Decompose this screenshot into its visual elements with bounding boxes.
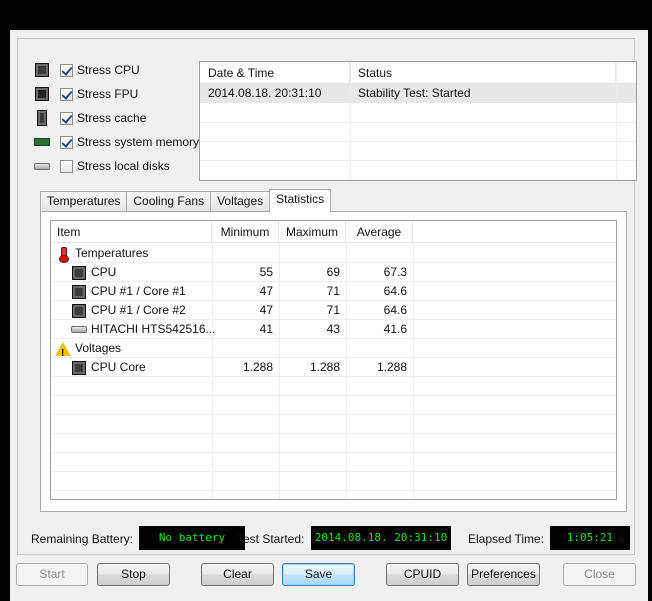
clear-button[interactable]: Clear	[201, 563, 274, 586]
log-header: Date & Time Status	[200, 62, 636, 84]
column-average[interactable]: Average	[346, 221, 413, 243]
stop-button[interactable]: Stop	[97, 563, 170, 586]
hard-disk-icon	[34, 158, 50, 174]
table-row-group-voltages[interactable]: ! Voltages	[51, 339, 616, 359]
cpu-chip-icon	[71, 284, 87, 300]
table-row[interactable]: CPU 55 69 67.3	[51, 263, 616, 282]
row-minimum: 1.288	[242, 360, 273, 374]
stress-memory-option[interactable]: Stress system memory	[34, 132, 199, 152]
stress-fpu-checkbox[interactable]	[60, 87, 73, 101]
test-started-value: 2014.08.18. 20:31:10	[311, 526, 451, 550]
table-row[interactable]: CPU #1 / Core #1 47 71 64.6	[51, 282, 616, 301]
row-item: CPU Core	[91, 360, 146, 374]
battery-value: No battery	[139, 526, 245, 550]
table-row[interactable]: CPU Core 1.288 1.288 1.288	[51, 358, 616, 377]
stress-fpu-option[interactable]: Stress FPU	[34, 84, 138, 104]
log-row-datetime: 2014.08.18. 20:31:10	[208, 86, 322, 100]
column-maximum[interactable]: Maximum	[279, 221, 346, 243]
log-row[interactable]: 2014.08.18. 20:31:10 Stability Test: Sta…	[200, 84, 636, 103]
log-column-status[interactable]: Status	[350, 62, 616, 84]
cache-chip-icon	[34, 110, 50, 126]
stress-disks-checkbox[interactable]	[60, 159, 73, 173]
row-item: CPU	[91, 265, 117, 279]
tab-statistics[interactable]: Statistics	[269, 189, 332, 212]
tab-cooling-fans[interactable]: Cooling Fans	[126, 191, 212, 212]
preferences-button[interactable]: Preferences	[467, 563, 540, 586]
row-average: 64.6	[383, 303, 407, 317]
column-item[interactable]: Item	[51, 221, 212, 243]
close-button[interactable]: Close	[563, 563, 636, 586]
stress-disks-option[interactable]: Stress local disks	[34, 156, 170, 176]
row-item: CPU #1 / Core #2	[91, 303, 186, 317]
start-button[interactable]: Start	[16, 563, 88, 586]
stress-memory-label: Stress system memory	[77, 135, 200, 149]
row-maximum: 69	[326, 265, 340, 279]
memory-module-icon	[34, 134, 50, 150]
column-minimum[interactable]: Minimum	[212, 221, 279, 243]
row-minimum: 41	[259, 322, 273, 336]
fpu-chip-icon	[34, 86, 50, 102]
warning-icon: !	[55, 341, 71, 359]
row-maximum: 43	[326, 322, 340, 336]
table-row-group-temperatures[interactable]: Temperatures	[51, 244, 616, 263]
statistics-header: Item Minimum Maximum Average	[51, 221, 616, 243]
log-column-datetime[interactable]: Date & Time	[200, 62, 350, 84]
cpu-chip-icon	[71, 360, 87, 376]
table-row[interactable]: CPU #1 / Core #2 47 71 64.6	[51, 301, 616, 320]
thermometer-icon	[55, 246, 71, 263]
stress-cpu-checkbox[interactable]	[60, 63, 73, 77]
row-maximum: 71	[326, 303, 340, 317]
statistics-panel: Item Minimum Maximum Average Temperature…	[40, 211, 627, 512]
row-average: 41.6	[383, 322, 407, 336]
save-button[interactable]: Save	[282, 563, 355, 586]
row-item: CPU #1 / Core #1	[91, 284, 186, 298]
cpu-chip-icon	[71, 265, 87, 281]
elapsed-time-value: 1:05:21	[550, 526, 630, 550]
stress-cpu-option[interactable]: Stress CPU	[34, 60, 140, 80]
statistics-table[interactable]: Item Minimum Maximum Average Temperature…	[50, 220, 617, 500]
status-log-list[interactable]: Date & Time Status 2014.08.18. 20:31:10 …	[199, 61, 637, 181]
cpu-chip-icon	[34, 62, 50, 78]
stress-disks-label: Stress local disks	[77, 159, 170, 173]
row-maximum: 71	[326, 284, 340, 298]
hard-disk-icon	[71, 322, 87, 338]
cpuid-button[interactable]: CPUID	[386, 563, 459, 586]
stress-cache-option[interactable]: Stress cache	[34, 108, 146, 128]
log-row-status: Stability Test: Started	[358, 86, 471, 100]
row-minimum: 55	[259, 265, 273, 279]
row-average: 1.288	[376, 360, 407, 374]
row-maximum: 1.288	[309, 360, 340, 374]
stress-cache-label: Stress cache	[77, 111, 147, 125]
tab-voltages[interactable]: Voltages	[210, 191, 271, 212]
stress-cpu-label: Stress CPU	[77, 63, 140, 77]
elapsed-time-label: Elapsed Time:	[468, 532, 545, 546]
sensor-tabs: Temperatures Cooling Fans Voltages Stati…	[40, 189, 332, 212]
row-average: 64.6	[383, 284, 407, 298]
system-stability-test-window: Stress CPU Stress FPU Stress cache Stres…	[0, 30, 652, 601]
stress-cache-checkbox[interactable]	[60, 111, 73, 125]
test-started-label: Test Started:	[237, 532, 305, 546]
group-label: Voltages	[75, 341, 122, 355]
battery-label: Remaining Battery:	[31, 532, 134, 546]
row-minimum: 47	[259, 284, 273, 298]
table-row[interactable]: HITACHI HTS542516... 41 43 41.6	[51, 320, 616, 339]
stress-memory-checkbox[interactable]	[60, 135, 73, 149]
tab-temperatures[interactable]: Temperatures	[40, 191, 128, 212]
row-item: HITACHI HTS542516...	[91, 322, 216, 336]
stress-fpu-label: Stress FPU	[77, 87, 139, 101]
cpu-chip-icon	[71, 303, 87, 319]
main-panel: Stress CPU Stress FPU Stress cache Stres…	[17, 38, 637, 555]
window-client-area: Stress CPU Stress FPU Stress cache Stres…	[10, 30, 648, 601]
group-label: Temperatures	[75, 246, 149, 260]
row-minimum: 47	[259, 303, 273, 317]
row-average: 67.3	[383, 265, 407, 279]
